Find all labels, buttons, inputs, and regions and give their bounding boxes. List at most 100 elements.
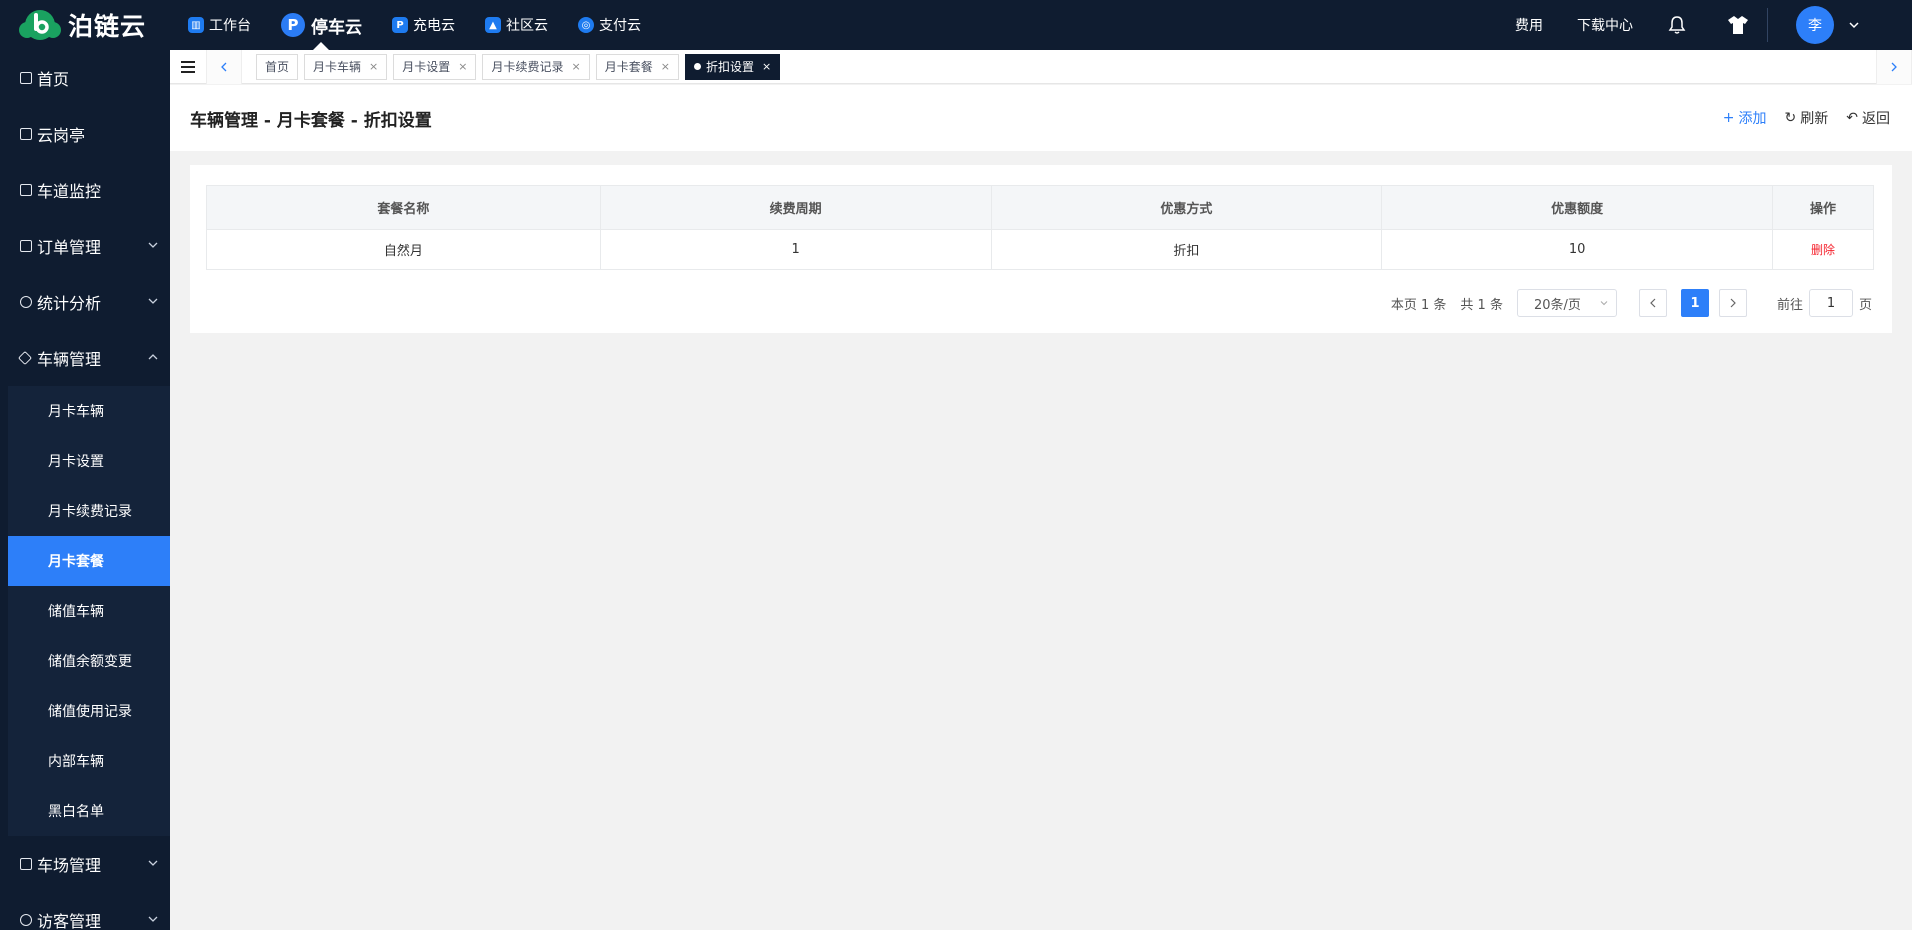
sidebar-item-home[interactable]: 首页 (0, 50, 170, 106)
page-header: 车辆管理 - 月卡套餐 - 折扣设置 + 添加 ↻ 刷新 ↶ 返回 (170, 85, 1912, 151)
bell-icon[interactable] (1667, 15, 1687, 35)
dashboard-icon: ▥ (188, 17, 204, 33)
sidebar-subitem[interactable]: 储值使用记录 (8, 686, 170, 736)
sidebar-subitem[interactable]: 储值余额变更 (8, 636, 170, 686)
close-icon[interactable]: × (369, 60, 378, 73)
close-icon[interactable]: × (661, 60, 670, 73)
visitor-icon (20, 914, 32, 926)
delete-link[interactable]: 删除 (1811, 243, 1835, 257)
tab-monthly-vehicles[interactable]: 月卡车辆 × (304, 53, 388, 80)
tab-home[interactable]: 首页 (256, 53, 299, 80)
sidebar-item-stats[interactable]: 统计分析 (0, 274, 170, 330)
refresh-icon: ↻ (1784, 110, 1797, 126)
tab-label: 折扣设置 (705, 60, 754, 74)
brand-name: 泊链云 (68, 12, 147, 41)
sidebar-subitem[interactable]: 月卡车辆 (8, 386, 170, 436)
tab-label: 月卡车辆 (313, 60, 362, 74)
header-actions: + 添加 ↻ 刷新 ↶ 返回 (1705, 85, 1890, 151)
sidebar-item-parking-lot[interactable]: 车场管理 (0, 836, 170, 892)
close-icon[interactable]: × (762, 60, 771, 73)
skin-shirt-icon[interactable] (1727, 14, 1749, 36)
download-center-link[interactable]: 下载中心 (1577, 15, 1633, 35)
sidebar-item-label: 云岗亭 (37, 126, 86, 145)
sidebar-item-vehicles[interactable]: 车辆管理 (0, 330, 170, 386)
brand-logo[interactable]: 泊链云 (0, 0, 170, 50)
topnav-community-cloud[interactable]: ▲ 社区云 (485, 0, 548, 50)
goto-page-input[interactable] (1808, 289, 1853, 317)
tab-discount-settings[interactable]: 折扣设置 × (684, 53, 781, 80)
parking-icon: P (281, 13, 305, 37)
divider (1767, 8, 1768, 42)
column-header: 优惠方式 (990, 185, 1383, 230)
sidebar-item-visitors[interactable]: 访客管理 (0, 892, 170, 930)
close-icon[interactable]: × (572, 60, 581, 73)
page-number-current[interactable]: 1 (1680, 289, 1709, 317)
discount-table: 套餐名称 续费周期 优惠方式 优惠额度 操作 自然月 1 折扣 10 删除 (206, 185, 1874, 270)
payment-icon: ◎ (578, 17, 594, 33)
refresh-button[interactable]: ↻ 刷新 (1785, 108, 1829, 128)
topnav-workbench[interactable]: ▥ 工作台 (188, 0, 251, 50)
next-page-button[interactable] (1718, 289, 1747, 317)
topnav-label: 充电云 (413, 18, 455, 34)
sidebar-subitem[interactable]: 储值车辆 (8, 586, 170, 636)
tab-label: 月卡设置 (402, 60, 451, 74)
topnav-payment-cloud[interactable]: ◎ 支付云 (578, 0, 641, 50)
tab-monthly-packages[interactable]: 月卡套餐 × (595, 53, 679, 80)
chevron-down-icon (148, 860, 158, 866)
add-button[interactable]: + 添加 (1723, 108, 1767, 128)
vehicle-submenu: 月卡车辆 月卡设置 月卡续费记录 月卡套餐 储值车辆 储值余额变更 储值使用记录… (8, 386, 170, 836)
back-button[interactable]: ↶ 返回 (1846, 108, 1890, 128)
fees-link[interactable]: 费用 (1515, 15, 1543, 35)
sidebar-subitem[interactable]: 月卡设置 (8, 436, 170, 486)
chevron-down-icon (1600, 301, 1608, 306)
chevron-down-icon (148, 242, 158, 248)
sidebar-subitem[interactable]: 内部车辆 (8, 736, 170, 786)
tabs-scroll-right-icon[interactable] (1876, 50, 1912, 84)
back-icon: ↶ (1846, 110, 1858, 126)
sidebar-item-label: 访客管理 (37, 912, 102, 930)
chevron-down-icon (148, 298, 158, 304)
chevron-down-icon[interactable] (1848, 19, 1860, 31)
top-right-area: 费用 下载中心 李 (1515, 0, 1912, 50)
sidebar-subitem[interactable]: 月卡续费记录 (8, 486, 170, 536)
top-nav: ▥ 工作台 P 停车云 P 充电云 ▲ 社区云 ◎ 支付云 (188, 0, 671, 50)
avatar[interactable]: 李 (1796, 6, 1834, 44)
topnav-label: 社区云 (506, 18, 548, 34)
monitor-icon (20, 184, 32, 196)
sidebar-item-label: 订单管理 (37, 238, 102, 257)
sidebar-item-label: 首页 (37, 70, 70, 89)
column-header: 套餐名称 (206, 185, 601, 230)
home-icon (20, 72, 32, 84)
sidebar-subitem-active[interactable]: 月卡套餐 (8, 536, 170, 586)
close-icon[interactable]: × (458, 60, 467, 73)
tab-monthly-settings[interactable]: 月卡设置 × (393, 53, 477, 80)
sidebar-item-orders[interactable]: 订单管理 (0, 218, 170, 274)
menu-toggle-icon[interactable] (170, 50, 206, 84)
sidebar-item-booth[interactable]: 云岗亭 (0, 106, 170, 162)
column-header: 操作 (1772, 185, 1874, 230)
sidebar-subitem[interactable]: 黑白名单 (8, 786, 170, 836)
topnav-parking-cloud[interactable]: P 停车云 (281, 0, 362, 50)
cell-package-name: 自然月 (206, 229, 601, 270)
prev-page-button[interactable] (1638, 289, 1667, 317)
tabs-scroll-left-icon[interactable] (206, 49, 242, 84)
lot-icon (20, 858, 32, 870)
sidebar-item-label: 车辆管理 (37, 350, 102, 369)
tabs: 首页 月卡车辆 × 月卡设置 × 月卡续费记录 × 月卡套餐 × 折扣设置 × (256, 53, 786, 80)
page-size-select[interactable]: 20条/页 (1516, 289, 1617, 317)
topnav-charging-cloud[interactable]: P 充电云 (392, 0, 455, 50)
tabs-bar: 首页 月卡车辆 × 月卡设置 × 月卡续费记录 × 月卡套餐 × 折扣设置 × (170, 49, 1912, 84)
add-label: 添加 (1738, 111, 1767, 127)
tab-renewal-records[interactable]: 月卡续费记录 × (482, 53, 590, 80)
sidebar-item-label: 统计分析 (37, 294, 102, 313)
sidebar-item-lane-monitor[interactable]: 车道监控 (0, 162, 170, 218)
content-card: 套餐名称 续费周期 优惠方式 优惠额度 操作 自然月 1 折扣 10 删除 本页… (190, 165, 1892, 333)
goto-label: 前往 (1776, 297, 1803, 313)
topnav-label: 支付云 (599, 18, 641, 34)
cell-discount-amount: 10 (1381, 229, 1774, 270)
top-bar: 泊链云 ▥ 工作台 P 停车云 P 充电云 ▲ 社区云 ◎ 支付云 费用 下载中… (0, 0, 1912, 50)
plus-icon: + (1722, 110, 1735, 126)
chevron-up-icon (148, 354, 158, 360)
booth-icon (20, 128, 32, 140)
stats-icon (20, 296, 32, 308)
